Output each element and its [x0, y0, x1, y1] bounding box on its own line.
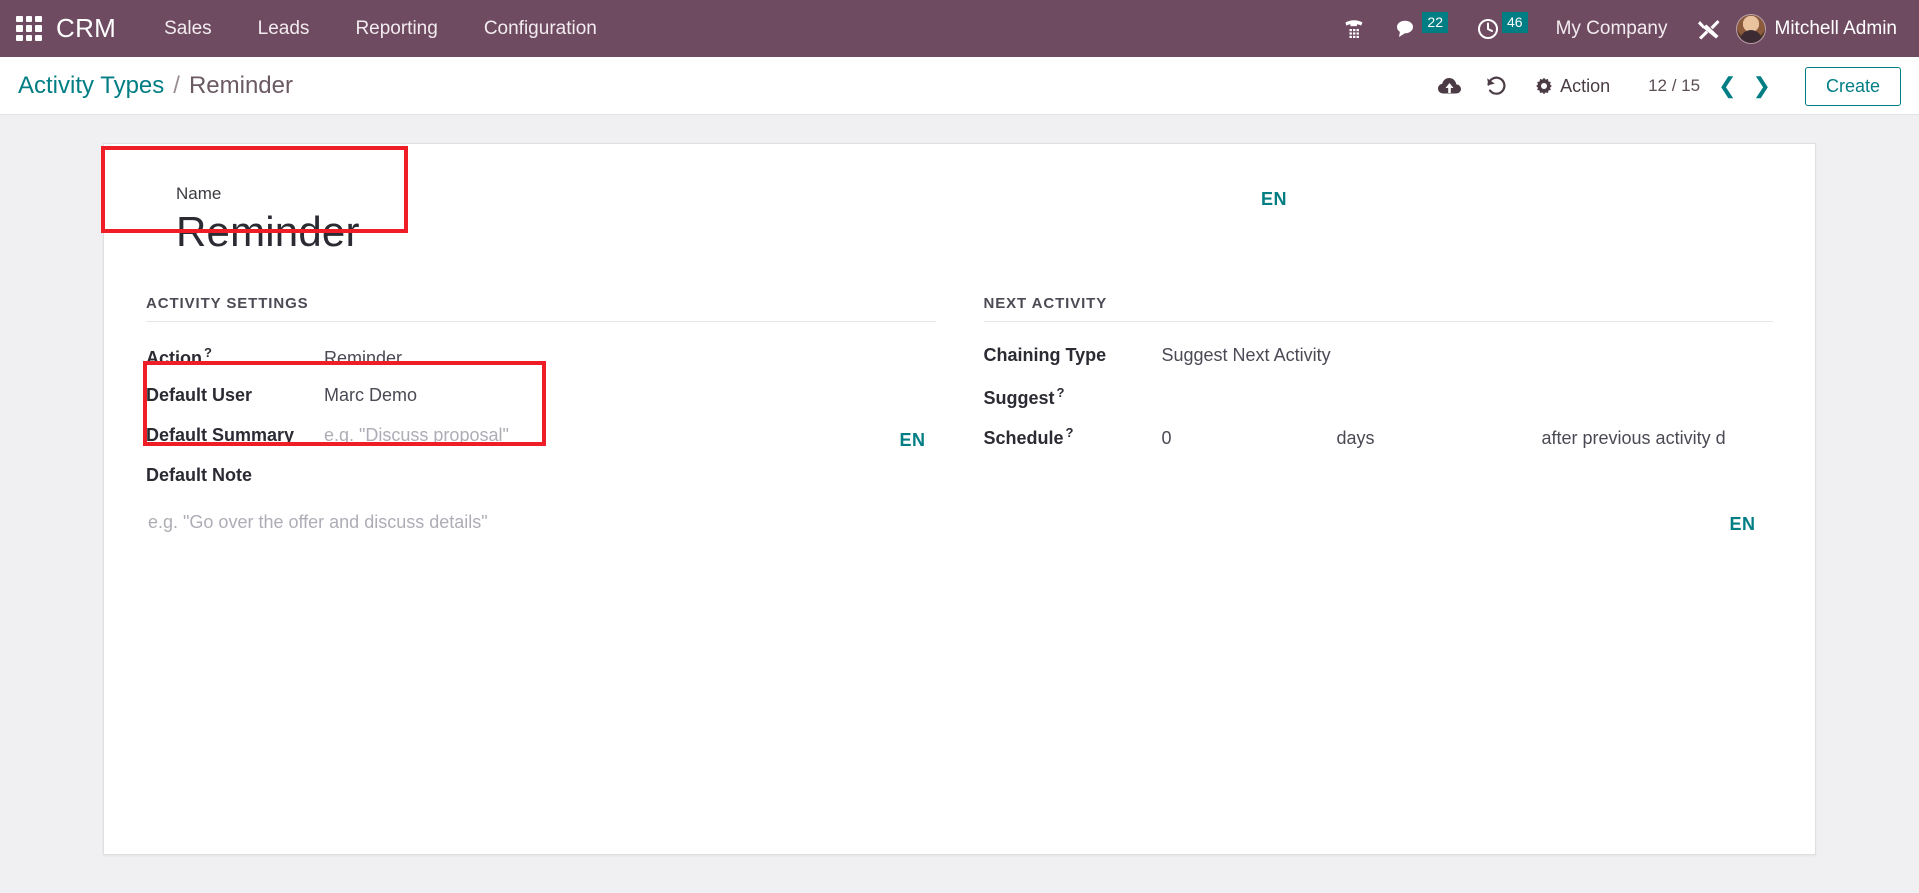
control-panel-actions: Action 12 / 15 ❮ ❯ Create: [1427, 57, 1901, 115]
top-navbar: CRM Sales Leads Reporting Configuration …: [0, 0, 1919, 57]
action-value[interactable]: Reminder: [324, 348, 402, 369]
schedule-label-text: Schedule: [983, 428, 1064, 449]
help-icon[interactable]: ?: [1057, 385, 1065, 400]
apps-grid-cell: [16, 34, 23, 42]
breadcrumb-current: Reminder: [188, 71, 293, 99]
phone-dialpad-icon: [1345, 19, 1363, 38]
company-switcher[interactable]: My Company: [1542, 18, 1682, 40]
default-summary-label: Default Summary: [146, 425, 295, 446]
form-columns: ACTIVITY SETTINGS Action? Reminder Defau…: [146, 295, 1773, 568]
suggest-label-text: Suggest: [983, 388, 1055, 409]
menu-item-sales[interactable]: Sales: [164, 18, 212, 40]
activity-settings-group: ACTIVITY SETTINGS Action? Reminder Defau…: [146, 295, 1755, 568]
default-summary-translate-badge[interactable]: EN: [899, 430, 925, 451]
apps-grid-cell: [35, 34, 42, 42]
save-button[interactable]: [1427, 57, 1473, 115]
schedule-label: Schedule?: [984, 425, 1162, 449]
pager: 12 / 15 ❮ ❯: [1648, 75, 1777, 97]
default-user-label: Default User: [146, 385, 253, 406]
name-field-group: Name Reminder: [146, 174, 706, 261]
action-row: Action? Reminder: [146, 338, 936, 378]
help-icon[interactable]: ?: [1066, 425, 1074, 440]
name-translate-badge[interactable]: EN: [1261, 189, 1287, 210]
default-note-editor-wrap: e.g. "Go over the offer and discuss deta…: [146, 498, 1755, 568]
default-user-row: Default User Marc Demo: [146, 378, 936, 418]
activities-button[interactable]: 46: [1462, 0, 1542, 57]
suggest-row: Suggest?: [984, 378, 1774, 418]
activity-settings-title: ACTIVITY SETTINGS: [146, 295, 936, 323]
apps-grid-cell: [35, 25, 42, 32]
create-button[interactable]: Create: [1804, 66, 1901, 106]
schedule-delay-from[interactable]: after previous activity d: [1542, 428, 1726, 449]
breadcrumb-parent[interactable]: Activity Types: [18, 72, 164, 100]
control-panel: Activity Types / Reminder Action 12 / 15…: [0, 57, 1919, 115]
messages-counter: 22: [1422, 12, 1448, 33]
chevron-right-icon[interactable]: ❯: [1747, 75, 1777, 97]
main-menu: Sales Leads Reporting Configuration: [164, 18, 597, 40]
developer-tools-button[interactable]: [1682, 0, 1736, 57]
breadcrumb-separator: /: [173, 71, 180, 99]
undo-icon: [1487, 76, 1506, 95]
default-summary-input[interactable]: e.g. "Discuss proposal": [324, 425, 509, 446]
messages-button[interactable]: 22: [1380, 0, 1462, 57]
default-user-value[interactable]: Marc Demo: [324, 385, 417, 406]
breadcrumb: Activity Types / Reminder: [18, 72, 293, 100]
chevron-left-icon[interactable]: ❮: [1712, 75, 1742, 97]
wrench-screwdriver-icon: [1697, 19, 1719, 39]
discard-button[interactable]: [1473, 57, 1519, 115]
menu-item-leads[interactable]: Leads: [258, 18, 310, 40]
apps-grid-icon[interactable]: [16, 15, 42, 42]
default-note-input[interactable]: e.g. "Go over the offer and discuss deta…: [148, 512, 936, 533]
chaining-type-row: Chaining Type Suggest Next Activity: [984, 338, 1774, 378]
cloud-upload-icon: [1438, 78, 1462, 94]
default-note-row: Default Note: [146, 458, 936, 498]
help-icon[interactable]: ?: [204, 345, 212, 360]
voip-button[interactable]: [1328, 0, 1380, 57]
clock-icon: [1478, 18, 1498, 39]
action-label-text: Action: [146, 348, 202, 369]
next-activity-title: NEXT ACTIVITY: [983, 295, 1773, 323]
chaining-type-label: Chaining Type: [983, 345, 1107, 366]
avatar[interactable]: [1735, 13, 1766, 44]
name-input[interactable]: Reminder: [176, 208, 706, 255]
name-label: Name: [176, 184, 222, 203]
apps-grid-cell: [25, 25, 33, 32]
activities-counter: 46: [1502, 12, 1528, 33]
menu-item-reporting[interactable]: Reporting: [355, 18, 437, 40]
apps-grid-cell: [25, 34, 33, 42]
apps-grid-cell: [35, 15, 42, 23]
form-view: Name Reminder EN ACTIVITY SETTINGS Actio…: [0, 115, 1919, 893]
schedule-row: Schedule? 0 days after previous activity…: [984, 418, 1774, 458]
app-brand-crm[interactable]: CRM: [56, 13, 116, 44]
user-menu[interactable]: Mitchell Admin: [1775, 18, 1906, 40]
action-menu-button[interactable]: Action: [1519, 76, 1626, 97]
default-note-label: Default Note: [146, 465, 253, 486]
pager-value: 12 / 15: [1648, 76, 1701, 95]
apps-grid-cell: [16, 25, 23, 32]
default-summary-row: Default Summary e.g. "Discuss proposal" …: [146, 418, 936, 458]
default-note-translate-badge[interactable]: EN: [1729, 514, 1755, 535]
systray: 22 46 My Company Mitchell Admin: [1328, 0, 1905, 57]
action-menu-label: Action: [1560, 75, 1611, 96]
gear-icon: [1536, 77, 1552, 95]
schedule-delay-count[interactable]: 0: [1162, 428, 1337, 449]
schedule-delay-unit[interactable]: days: [1337, 428, 1542, 449]
next-activity-group: NEXT ACTIVITY Chaining Type Suggest Next…: [983, 295, 1774, 568]
chaining-type-value[interactable]: Suggest Next Activity: [1162, 345, 1331, 366]
chat-bubble-icon: [1397, 20, 1414, 37]
apps-grid-cell: [16, 15, 23, 23]
suggest-label: Suggest?: [984, 385, 1162, 409]
form-sheet: Name Reminder EN ACTIVITY SETTINGS Actio…: [103, 143, 1816, 855]
apps-grid-cell: [25, 15, 33, 23]
action-label: Action?: [146, 345, 324, 369]
menu-item-configuration[interactable]: Configuration: [484, 18, 597, 40]
